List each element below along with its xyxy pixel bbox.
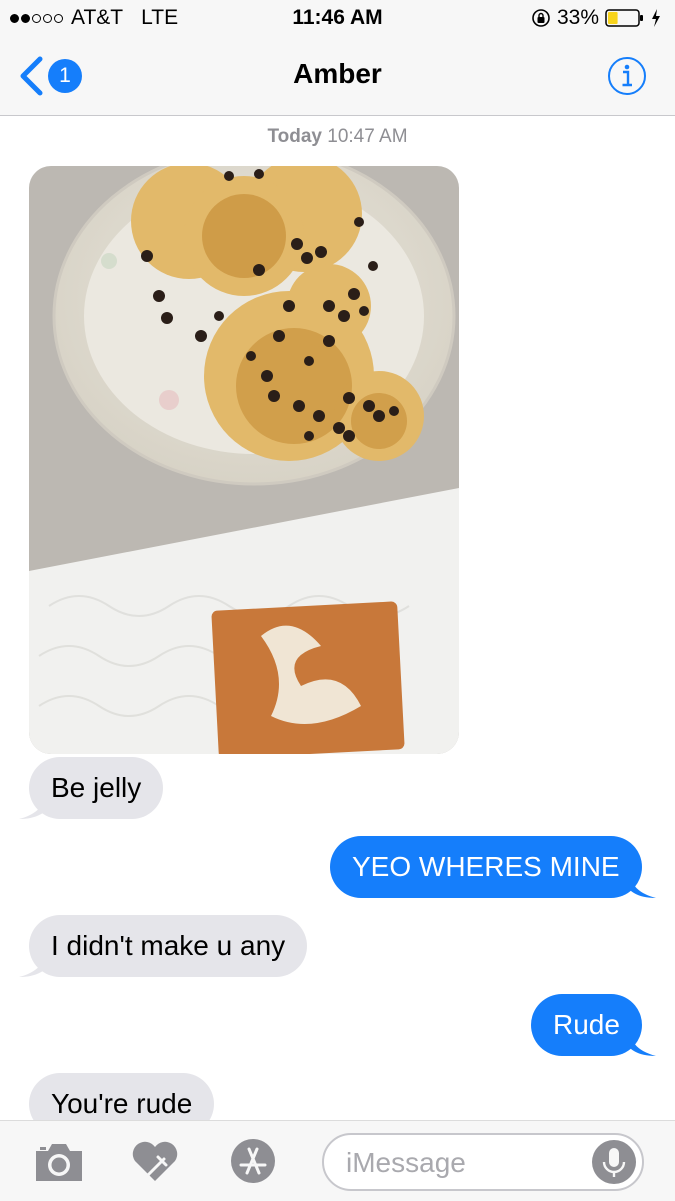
message-input-bar xyxy=(0,1120,675,1201)
battery-icon xyxy=(605,9,643,27)
message-bubble-outgoing[interactable]: YEO WHERES MINE xyxy=(330,836,642,898)
message-bubble-incoming[interactable]: Be jelly xyxy=(29,757,164,819)
timestamp-day: Today xyxy=(267,126,322,147)
app-store-icon[interactable] xyxy=(226,1137,280,1185)
imessage-field[interactable] xyxy=(322,1133,644,1191)
message-bubble-incoming[interactable]: I didn't make u any xyxy=(29,915,308,977)
timestamp-time: 10:47 AM xyxy=(327,126,408,147)
status-bar: AT&T LTE 11:46 AM 33% xyxy=(0,0,675,38)
battery-percent: 33% xyxy=(556,6,599,29)
conversation-title: Amber xyxy=(293,58,382,89)
dictation-button[interactable] xyxy=(592,1140,636,1184)
nav-bar: 1 Amber xyxy=(0,38,675,116)
photo-attachment[interactable] xyxy=(29,166,459,754)
message-input[interactable] xyxy=(344,1145,578,1181)
message-timestamp: Today 10:47 AM xyxy=(0,126,675,148)
food-photo-image xyxy=(29,166,459,754)
charging-bolt-icon xyxy=(652,9,660,27)
camera-icon[interactable] xyxy=(32,1137,86,1185)
info-icon[interactable] xyxy=(607,56,647,96)
orientation-lock-icon xyxy=(532,9,550,27)
microphone-icon xyxy=(602,1148,626,1177)
bubble-tail xyxy=(19,955,45,977)
bubble-tail xyxy=(630,1034,656,1056)
digital-touch-icon[interactable] xyxy=(128,1137,182,1185)
status-right: 33% xyxy=(531,6,661,30)
message-bubble-outgoing[interactable]: Rude xyxy=(531,994,642,1056)
bubble-tail xyxy=(630,876,656,898)
bubble-tail xyxy=(19,797,45,819)
